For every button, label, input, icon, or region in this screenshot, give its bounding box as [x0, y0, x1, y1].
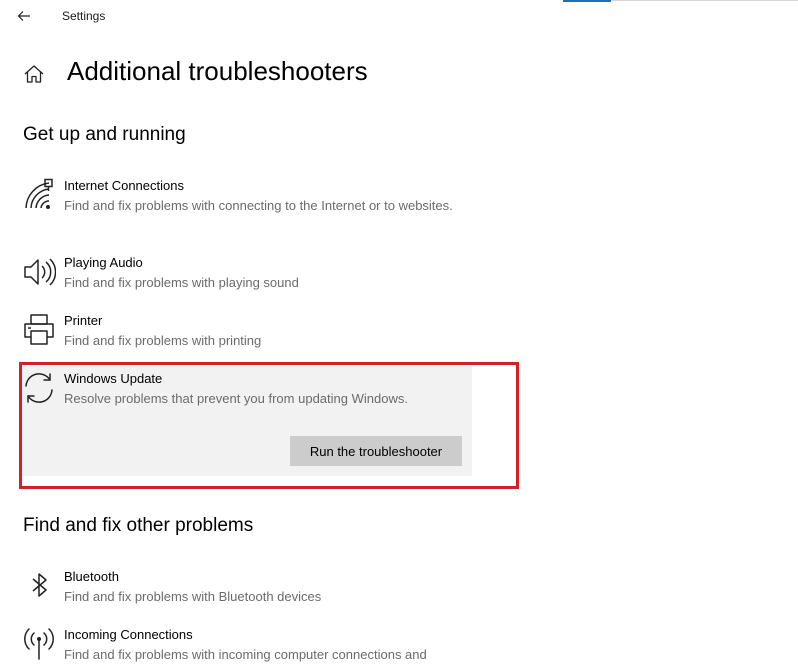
run-troubleshooter-button[interactable]: Run the troubleshooter — [290, 436, 462, 466]
troubleshooter-internet-connections[interactable]: Internet Connections Find and fix proble… — [22, 178, 472, 240]
speaker-icon — [24, 258, 56, 286]
troubleshooter-playing-audio[interactable]: Playing Audio Find and fix problems with… — [22, 255, 472, 295]
home-button[interactable] — [22, 62, 46, 86]
back-arrow-icon — [17, 11, 30, 21]
item-description: Find and fix problems with Bluetooth dev… — [64, 589, 322, 604]
item-description: Find and fix problems with incoming comp… — [64, 647, 427, 662]
item-description: Resolve problems that prevent you from u… — [64, 391, 408, 406]
item-title: Internet Connections — [64, 178, 184, 193]
back-button[interactable] — [12, 5, 36, 27]
title-bar: Settings — [0, 0, 798, 34]
item-title: Bluetooth — [64, 569, 119, 584]
section-heading-find-and-fix-other: Find and fix other problems — [23, 515, 254, 536]
item-title: Windows Update — [64, 371, 163, 386]
divider-line — [611, 0, 798, 1]
item-description: Find and fix problems with playing sound — [64, 275, 299, 290]
item-title: Printer — [64, 313, 103, 328]
section-heading-get-up-and-running: Get up and running — [23, 124, 186, 145]
bluetooth-icon — [32, 573, 47, 597]
item-description: Find and fix problems with printing — [64, 333, 262, 348]
troubleshooter-windows-update[interactable]: Windows Update Resolve problems that pre… — [22, 371, 472, 411]
printer-icon — [24, 314, 54, 345]
refresh-icon — [25, 373, 53, 403]
accent-strip — [563, 0, 611, 2]
troubleshooter-printer[interactable]: Printer Find and fix problems with print… — [22, 313, 472, 353]
network-icon — [25, 178, 53, 209]
item-title: Playing Audio — [64, 255, 143, 270]
item-title: Incoming Connections — [64, 627, 193, 642]
troubleshooter-incoming-connections[interactable]: Incoming Connections Find and fix proble… — [22, 627, 472, 669]
app-title: Settings — [62, 9, 106, 23]
page-title: Additional troubleshooters — [67, 56, 368, 86]
troubleshooter-bluetooth[interactable]: Bluetooth Find and fix problems with Blu… — [22, 569, 472, 609]
home-icon — [24, 65, 44, 83]
item-description: Find and fix problems with connecting to… — [64, 198, 453, 213]
antenna-icon — [24, 628, 54, 660]
